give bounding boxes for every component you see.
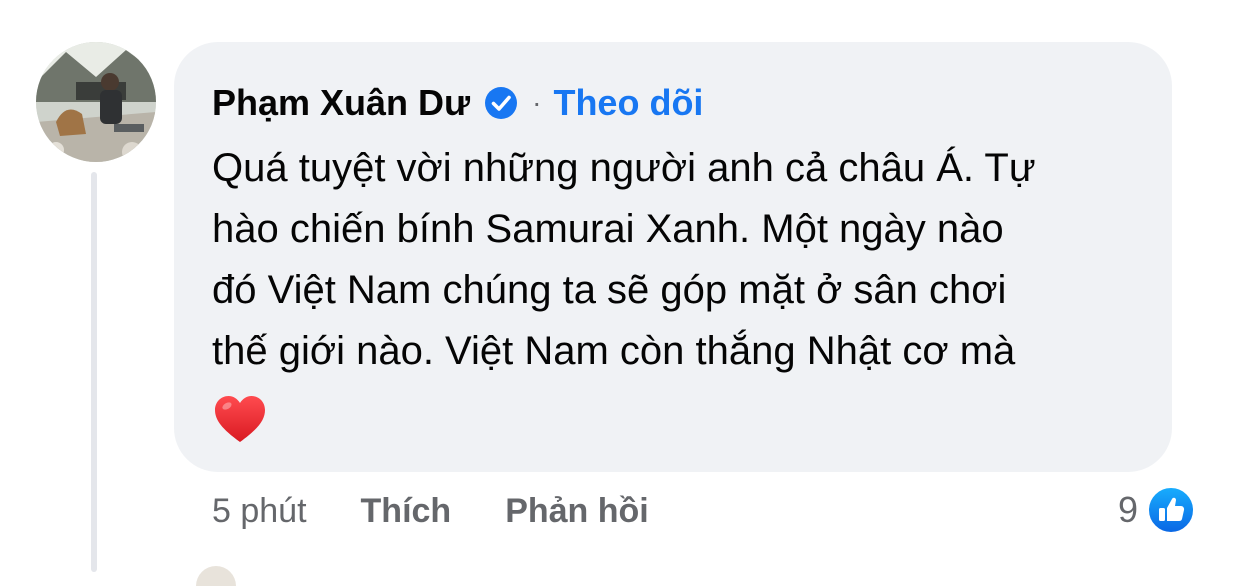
like-button[interactable]: Thích	[361, 492, 452, 531]
heart-emoji-icon	[212, 392, 268, 448]
separator-dot: ·	[532, 87, 542, 118]
thread-line	[91, 172, 97, 572]
comment-bubble: Phạm Xuân Dư · Theo dõi Quá tuyệt vời nh…	[174, 42, 1172, 472]
avatar[interactable]	[36, 42, 156, 162]
timestamp[interactable]: 5 phút	[212, 492, 307, 531]
author-name[interactable]: Phạm Xuân Dư	[212, 82, 470, 124]
reaction-summary[interactable]: 9	[1118, 484, 1196, 536]
comment-text: Quá tuyệt vời những người anh cả châu Á.…	[212, 146, 1036, 373]
next-comment-avatar	[196, 566, 236, 586]
thumbs-up-icon	[1146, 485, 1196, 535]
verified-badge-icon	[484, 86, 518, 120]
reaction-count: 9	[1118, 489, 1139, 530]
comment-header: Phạm Xuân Dư · Theo dõi	[212, 80, 703, 126]
avatar-photo	[36, 42, 156, 162]
reply-button[interactable]: Phản hồi	[505, 492, 649, 531]
follow-button[interactable]: Theo dõi	[553, 82, 703, 124]
comment-actions: 5 phút Thích Phản hồi	[212, 488, 703, 534]
